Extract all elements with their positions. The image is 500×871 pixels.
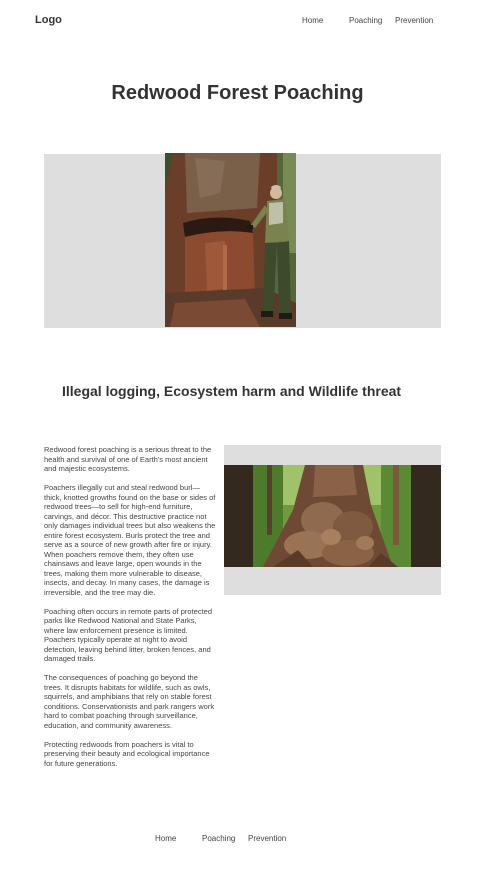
hero-banner — [44, 153, 441, 328]
hero-photo-illustration — [165, 153, 296, 327]
nav-link-poaching[interactable]: Poaching — [349, 16, 382, 25]
paragraph: Redwood forest poaching is a serious thr… — [44, 445, 212, 473]
site-header: Logo Home Poaching Prevention — [0, 0, 500, 42]
side-image — [253, 465, 411, 567]
nav-link-home[interactable]: Home — [302, 16, 323, 25]
section-heading: Illegal logging, Ecosystem harm and Wild… — [62, 383, 402, 399]
logo[interactable]: Logo — [35, 14, 62, 26]
paragraph: Poaching often occurs in remote parts of… — [44, 606, 213, 664]
nav-link-prevention[interactable]: Prevention — [395, 16, 433, 25]
footer-link-prevention[interactable]: Prevention — [248, 834, 286, 843]
side-image-panel — [224, 445, 441, 595]
footer-link-poaching[interactable]: Poaching — [202, 834, 235, 843]
hero-image — [165, 153, 296, 327]
paragraph: Poachers illegally cut and steal redwood… — [44, 483, 216, 597]
paragraph: The consequences of poaching go beyond t… — [44, 673, 215, 730]
footer-link-home[interactable]: Home — [155, 834, 176, 843]
page-title: Redwood Forest Poaching — [111, 82, 364, 104]
article-body: Redwood forest poaching is a serious thr… — [44, 445, 217, 778]
side-image-band — [224, 465, 441, 567]
side-photo-illustration — [253, 465, 411, 567]
paragraph: Protecting redwoods from poachers is vit… — [44, 739, 210, 768]
